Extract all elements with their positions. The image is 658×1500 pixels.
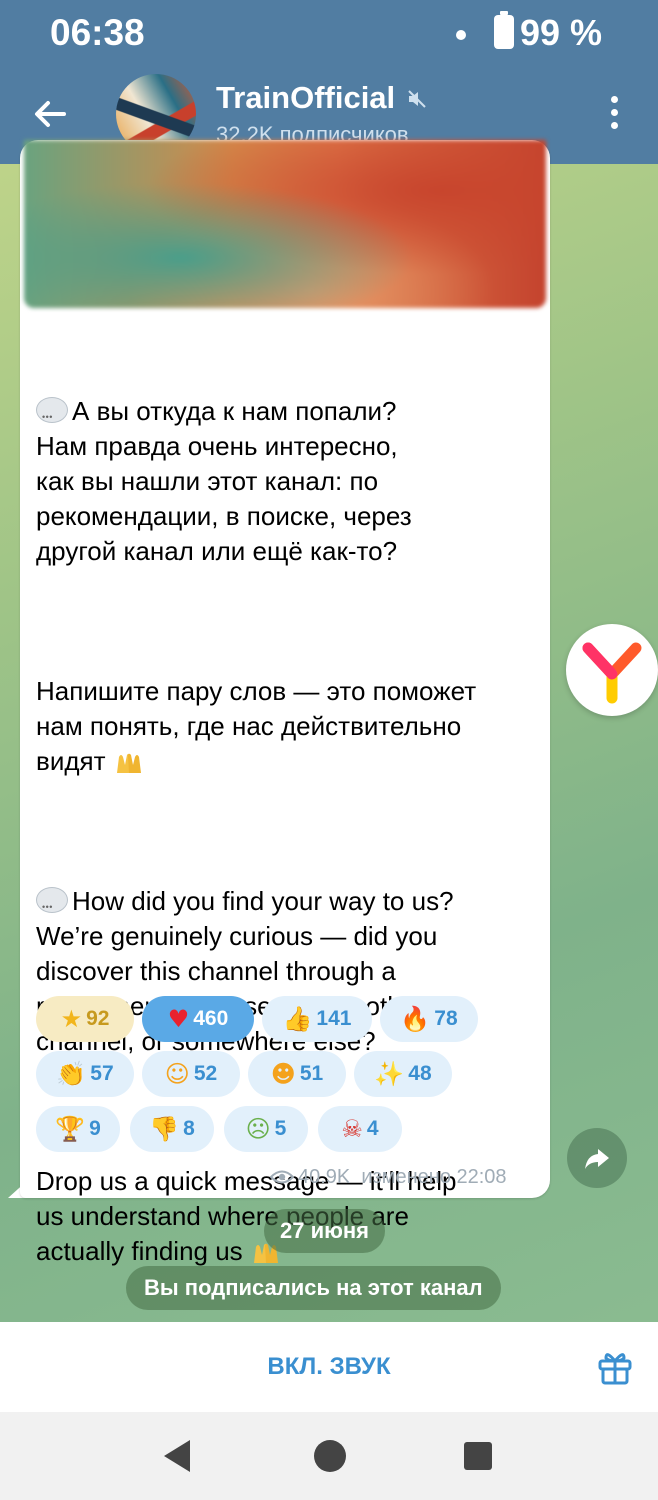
nav-back-icon[interactable] (162, 1438, 194, 1474)
trophy-icon: 🏆 (55, 1115, 86, 1143)
thumbs-down-icon: 👎 (149, 1115, 180, 1143)
cursing-face-icon: ☠ (341, 1115, 363, 1143)
status-bar: 06:38 99 % (0, 0, 658, 66)
channel-post[interactable]: А вы откуда к нам попали? Нам правда оче… (20, 140, 550, 1266)
status-time: 06:38 (50, 12, 145, 53)
star-icon: ★ (60, 1005, 83, 1033)
unmute-button[interactable]: ВКЛ. ЗВУК (0, 1322, 658, 1412)
party-popper-icon: ✨ (374, 1060, 405, 1088)
yandex-logo-icon (582, 642, 642, 704)
vomiting-face-icon: ☹ (245, 1115, 271, 1143)
reaction-smiling-hearts[interactable]: ☺ 52 (142, 1051, 240, 1097)
heart-icon: ♥ (167, 1005, 190, 1033)
reaction-cursing-face[interactable]: ☠ 4 (318, 1106, 402, 1152)
battery-icon (494, 11, 514, 49)
reaction-heart[interactable]: ♥ 460 (142, 996, 254, 1042)
raised-hands-icon (116, 753, 141, 773)
subscription-notice: Вы подписались на этот канал (126, 1266, 501, 1310)
date-separator: 27 июня (264, 1209, 386, 1253)
edited-time: изменено 22:08 (361, 1166, 507, 1188)
smiling-hearts-icon: ☺ (164, 1060, 190, 1088)
system-nav-bar (0, 1412, 658, 1500)
forward-button[interactable] (567, 1128, 627, 1188)
battery-level: 99 % (520, 12, 603, 53)
reaction-party-popper[interactable]: ✨ 48 (354, 1051, 452, 1097)
share-arrow-icon (585, 1149, 609, 1169)
post-paragraph-2: Напишите пару слов — это поможет нам пон… (36, 676, 477, 776)
post-media-preview[interactable] (24, 140, 546, 308)
reaction-fire[interactable]: 🔥 78 (380, 996, 478, 1042)
nav-home-icon[interactable] (314, 1440, 346, 1472)
speech-bubble-icon (36, 397, 68, 435)
muted-icon (408, 90, 426, 108)
reaction-star-struck[interactable]: ☻ 51 (248, 1051, 346, 1097)
star-struck-icon: ☻ (270, 1060, 296, 1088)
back-arrow-icon[interactable] (30, 94, 70, 134)
view-count: 40.9K (298, 1166, 351, 1188)
more-menu-icon[interactable] (604, 96, 624, 136)
reaction-clapping[interactable]: 👏 57 (36, 1051, 134, 1097)
reaction-thumbs-up[interactable]: 👍 141 (262, 996, 372, 1042)
bottom-bar: ВКЛ. ЗВУК (0, 1322, 658, 1412)
yandex-assistant-button[interactable] (566, 624, 658, 716)
reaction-trophy[interactable]: 🏆 9 (36, 1106, 120, 1152)
gift-icon[interactable] (596, 1348, 634, 1386)
notification-dot-icon (456, 30, 466, 40)
nav-recents-icon[interactable] (464, 1442, 492, 1470)
channel-title[interactable]: TrainOfficial (216, 80, 395, 116)
post-paragraph-1: А вы откуда к нам попали? Нам правда оче… (36, 396, 412, 566)
views-eye-icon (270, 1170, 294, 1184)
reaction-star[interactable]: ★ 92 (36, 996, 134, 1042)
speech-bubble-icon (36, 887, 68, 925)
post-meta: 40.9K изменено 22:08 (270, 1166, 507, 1189)
reaction-thumbs-down[interactable]: 👎 8 (130, 1106, 214, 1152)
reaction-vomiting-face[interactable]: ☹ 5 (224, 1106, 308, 1152)
thumbs-up-icon: 👍 (282, 1005, 313, 1033)
fire-icon: 🔥 (400, 1005, 431, 1033)
clapping-icon: 👏 (56, 1060, 87, 1088)
